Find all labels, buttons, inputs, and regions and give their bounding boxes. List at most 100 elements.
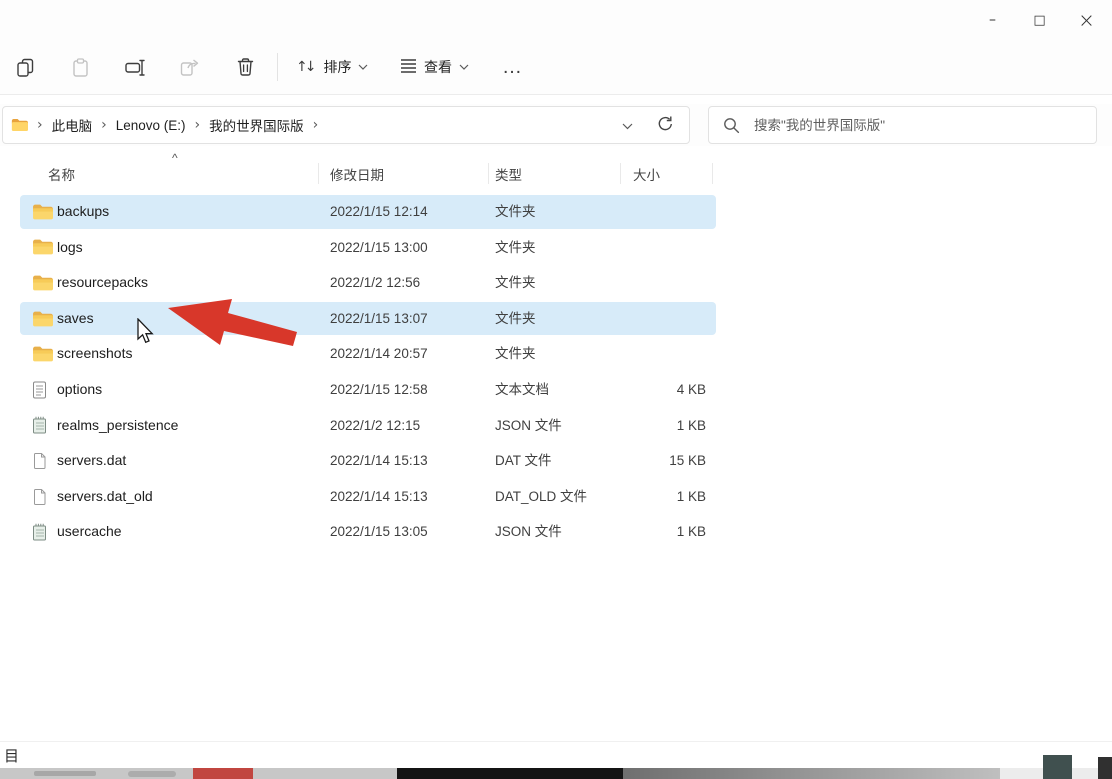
close-button[interactable]: ×	[1063, 3, 1110, 37]
view-button-label: 查看	[424, 57, 452, 77]
file-date-modified: 2022/1/14 15:13	[330, 479, 428, 515]
file-name: screenshots	[57, 336, 132, 372]
video-player-timestamp-blur	[34, 771, 96, 776]
maximize-button[interactable]: □	[1016, 3, 1063, 37]
breadcrumb-separator-icon: ›	[101, 117, 107, 133]
column-header-type[interactable]: 类型	[495, 164, 522, 184]
chevron-down-icon	[622, 118, 633, 133]
file-type: 文本文档	[495, 372, 549, 408]
window-controls: – □ ×	[969, 0, 1110, 40]
file-name: usercache	[57, 514, 122, 550]
video-player-red-button	[193, 768, 253, 779]
address-dropdown-button[interactable]	[615, 113, 639, 137]
paste-button[interactable]	[65, 52, 95, 82]
breadcrumb-item[interactable]: 此电脑	[52, 115, 93, 135]
column-divider[interactable]	[712, 163, 713, 184]
paste-icon	[71, 58, 90, 77]
command-toolbar: ↑↓ 排序 查看 …	[0, 40, 1112, 95]
breadcrumb-separator-icon: ›	[195, 117, 201, 133]
address-bar[interactable]: ›此电脑›Lenovo (E:)›我的世界国际版›	[2, 106, 690, 144]
file-row[interactable]: screenshots 2022/1/14 20:57 文件夹	[0, 336, 1112, 372]
file-size: 15 KB	[618, 443, 706, 479]
video-player-control-blur	[128, 771, 176, 777]
title-bar: – □ ×	[0, 0, 1112, 40]
folder-icon	[32, 346, 53, 363]
status-bar-item-count: 目	[4, 745, 19, 766]
maximize-icon: □	[1033, 13, 1045, 28]
chevron-down-icon	[358, 64, 368, 70]
file-row[interactable]: saves2022/1/15 13:07文件夹	[0, 301, 1112, 337]
file-name: backups	[57, 194, 109, 230]
search-icon	[723, 117, 740, 134]
file-row[interactable]: options2022/1/15 12:58文本文档4 KB	[0, 372, 1112, 408]
file-date-modified: 2022/1/15 13:07	[330, 301, 428, 337]
file-size: 1 KB	[618, 479, 706, 515]
video-player-dark-area	[397, 768, 623, 779]
delete-button[interactable]	[230, 52, 260, 82]
trash-icon	[236, 57, 255, 77]
rename-button[interactable]	[120, 52, 150, 82]
file-row[interactable]: resourcepacks2022/1/2 12:56文件夹	[0, 265, 1112, 301]
file-date-modified: 2022/1/14 20:57	[330, 336, 428, 372]
breadcrumb-item[interactable]: Lenovo (E:)	[116, 118, 186, 133]
datfile-icon	[32, 452, 47, 470]
textdoc-icon	[32, 381, 47, 399]
file-type: 文件夹	[495, 265, 536, 301]
minimize-button[interactable]: –	[969, 3, 1016, 37]
file-size: 4 KB	[618, 372, 706, 408]
refresh-button[interactable]	[653, 113, 677, 137]
search-box[interactable]	[708, 106, 1097, 144]
share-button[interactable]	[175, 52, 205, 82]
current-folder-icon	[11, 118, 28, 132]
file-row[interactable]: servers.dat_old 2022/1/14 15:13 DAT_OLD 文件…	[0, 479, 1112, 515]
file-rows: backups2022/1/15 12:14文件夹logs2022/1/15 1…	[0, 194, 1112, 550]
column-divider[interactable]	[318, 163, 319, 184]
chevron-down-icon	[459, 64, 469, 70]
file-name: servers.dat_old	[57, 479, 153, 515]
file-date-modified: 2022/1/2 12:56	[330, 265, 420, 301]
column-header-date[interactable]: 修改日期	[330, 164, 384, 184]
column-divider[interactable]	[620, 163, 621, 184]
file-name: realms_persistence	[57, 408, 178, 444]
folder-icon	[32, 239, 53, 256]
copy-icon	[16, 58, 35, 77]
folder-icon	[32, 203, 53, 220]
corner-dark-square	[1043, 755, 1072, 779]
video-player-progress-area	[623, 768, 1000, 779]
sort-button[interactable]: ↑↓ 排序	[292, 50, 372, 84]
more-options-icon: …	[502, 56, 523, 79]
file-row[interactable]: servers.dat2022/1/14 15:13DAT 文件15 KB	[0, 443, 1112, 479]
file-type: 文件夹	[495, 301, 536, 337]
column-header-row: ^ 名称 修改日期 类型 大小	[0, 158, 1112, 190]
file-type: 文件夹	[495, 230, 536, 266]
copy-button[interactable]	[10, 52, 40, 82]
sort-arrows-icon: ↑↓	[296, 59, 316, 75]
more-options-button[interactable]: …	[498, 50, 527, 84]
file-type: JSON 文件	[495, 514, 562, 550]
folder-icon	[32, 274, 53, 291]
sort-button-label: 排序	[323, 57, 351, 77]
file-row[interactable]: logs2022/1/15 13:00文件夹	[0, 230, 1112, 266]
view-button[interactable]: 查看	[396, 50, 473, 84]
sort-ascending-caret-icon: ^	[172, 151, 178, 165]
breadcrumb-item[interactable]: 我的世界国际版	[209, 115, 304, 135]
json-icon	[32, 523, 47, 541]
breadcrumb: ›此电脑›Lenovo (E:)›我的世界国际版›	[28, 115, 327, 135]
file-row[interactable]: usercache2022/1/15 13:05JSON 文件1 KB	[0, 514, 1112, 550]
breadcrumb-separator-icon: ›	[313, 117, 319, 133]
folder-icon	[32, 310, 53, 327]
file-name: servers.dat	[57, 443, 126, 479]
column-divider[interactable]	[488, 163, 489, 184]
file-date-modified: 2022/1/2 12:15	[330, 408, 420, 444]
file-row[interactable]: realms_persistence2022/1/2 12:15JSON 文件1…	[0, 408, 1112, 444]
refresh-icon	[657, 115, 674, 135]
column-header-size[interactable]: 大小	[633, 164, 660, 184]
file-size: 1 KB	[618, 514, 706, 550]
file-type: DAT 文件	[495, 443, 552, 479]
search-input[interactable]	[752, 117, 1096, 134]
file-type: DAT_OLD 文件	[495, 479, 587, 515]
column-header-name[interactable]: 名称	[48, 164, 75, 184]
file-row[interactable]: backups2022/1/15 12:14文件夹	[0, 194, 1112, 230]
file-type: 文件夹	[495, 336, 536, 372]
file-name: logs	[57, 230, 83, 266]
